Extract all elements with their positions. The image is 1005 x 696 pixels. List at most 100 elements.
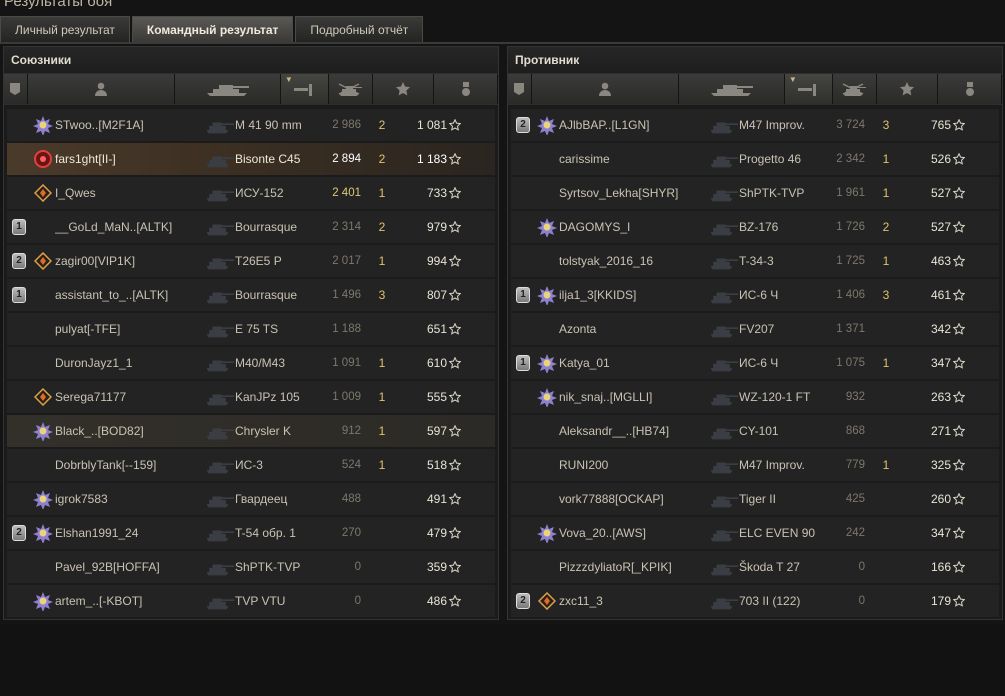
player-row[interactable]: nik_snaj..[MGLLI] WZ-120-1 FT 932 263 (511, 381, 999, 413)
player-row[interactable]: Pavel_92B[HOFFA] ShPTK-TVP 0 359 (7, 551, 495, 583)
player-name[interactable]: Elshan1991_24 (55, 517, 205, 549)
player-name[interactable]: DobrblyTank[--159] (55, 449, 205, 481)
player-row[interactable]: 1 __GoLd_MaN..[ALTK] Bourrasque 2 314 2 979 (7, 211, 495, 243)
player-name[interactable]: Vova_20..[AWS] (559, 517, 709, 549)
platoon-badge-cell (511, 483, 535, 515)
player-row[interactable]: 1 Katya_01 ИС-6 Ч 1 075 1 347 (511, 347, 999, 379)
player-row[interactable]: carissime Progetto 46 2 342 1 526 (511, 143, 999, 175)
player-row[interactable]: fars1ght[II-] Bisonte C45 2 894 2 1 183 (7, 143, 495, 175)
player-name[interactable]: tolstyak_2016_16 (559, 245, 709, 277)
player-row[interactable]: 2 zagir00[VIP1K] T26E5 P 2 017 1 994 (7, 245, 495, 277)
tab-detailed[interactable]: Подробный отчёт (295, 16, 424, 42)
xp-value: 347 (930, 356, 951, 370)
tank-icon (205, 381, 235, 413)
damage-column-icon[interactable]: ▼ (784, 74, 833, 104)
player-row[interactable]: Aleksandr__..[HB74] CY-101 868 271 (511, 415, 999, 447)
player-name[interactable]: artem_..[-KBOT] (55, 585, 205, 617)
empty-icon-cell (535, 415, 559, 447)
star-icon (951, 245, 967, 277)
vehicle-name: TVP VTU (235, 594, 286, 608)
player-name[interactable]: __GoLd_MaN..[ALTK] (55, 211, 205, 243)
player-name[interactable]: igrok7583 (55, 483, 205, 515)
player-column-icon[interactable] (531, 74, 680, 104)
player-row[interactable]: STwoo..[M2F1A] M 41 90 mm 2 986 2 1 081 (7, 109, 495, 141)
damage-column-icon[interactable]: ▼ (280, 74, 329, 104)
xp-column-icon[interactable] (372, 74, 435, 104)
player-row[interactable]: tolstyak_2016_16 T-34-3 1 725 1 463 (511, 245, 999, 277)
badge-column-icon[interactable] (508, 74, 532, 104)
player-row[interactable]: 2 zxc11_3 703 II (122) 0 179 (511, 585, 999, 617)
platoon-badge-cell (7, 347, 31, 379)
platoon-badge-cell (511, 449, 535, 481)
player-name[interactable]: vork77888[OCKAP] (559, 483, 709, 515)
player-name[interactable]: DuronJayz1_1 (55, 347, 205, 379)
player-row[interactable]: pulyat[-TFE] E 75 TS 1 188 651 (7, 313, 495, 345)
player-row[interactable]: Azonta FV207 1 371 342 (511, 313, 999, 345)
player-row[interactable]: DAGOMYS_I BZ-176 1 726 2 527 (511, 211, 999, 243)
player-row[interactable]: DuronJayz1_1 M40/M43 1 091 1 610 (7, 347, 495, 379)
player-name[interactable]: I_Qwes (55, 177, 205, 209)
player-row[interactable]: igrok7583 Гвардеец 488 491 (7, 483, 495, 515)
xp-column-icon[interactable] (876, 74, 939, 104)
player-row[interactable]: 2 AJlbBAP..[L1GN] M47 Improv. 3 724 3 765 (511, 109, 999, 141)
player-row[interactable]: 2 Elshan1991_24 T-54 обр. 1 270 479 (7, 517, 495, 549)
player-name[interactable]: ilja1_3[KKIDS] (559, 279, 709, 311)
star-icon (951, 449, 967, 481)
player-row[interactable]: DobrblyTank[--159] ИС-3 524 1 518 (7, 449, 495, 481)
star-icon (447, 245, 463, 277)
damage-value: 2 894 (332, 153, 361, 165)
player-name[interactable]: assistant_to_..[ALTK] (55, 279, 205, 311)
player-row[interactable]: Black_..[BOD82] Chrysler K 912 1 597 (7, 415, 495, 447)
vehicle-name: M47 Improv. (739, 118, 805, 132)
player-name[interactable]: Pavel_92B[HOFFA] (55, 551, 205, 583)
medal-icon (31, 585, 55, 617)
player-row[interactable]: Serega71177 KanJPz 105 1 009 1 555 (7, 381, 495, 413)
player-name[interactable]: STwoo..[M2F1A] (55, 109, 205, 141)
player-name[interactable]: RUNI200 (559, 449, 709, 481)
player-name[interactable]: zxc11_3 (559, 585, 709, 617)
player-row[interactable]: 1 ilja1_3[KKIDS] ИС-6 Ч 1 406 3 461 (511, 279, 999, 311)
allies-title: Союзники (4, 47, 498, 73)
player-name[interactable]: nik_snaj..[MGLLI] (559, 381, 709, 413)
player-name[interactable]: PizzzdyliatoR[_KPIK] (559, 551, 709, 583)
vehicle-column-icon[interactable] (679, 74, 785, 104)
tab-team[interactable]: Командный результат (131, 16, 294, 42)
player-name[interactable]: Serega71177 (55, 381, 205, 413)
player-row[interactable]: 1 assistant_to_..[ALTK] Bourrasque 1 496 3 80… (7, 279, 495, 311)
player-name[interactable]: carissime (559, 143, 709, 175)
player-name[interactable]: Aleksandr__..[HB74] (559, 415, 709, 447)
damage-value: 425 (845, 493, 865, 505)
badge-column-icon[interactable] (4, 74, 28, 104)
player-name[interactable]: AJlbBAP..[L1GN] (559, 109, 709, 141)
player-row[interactable]: RUNI200 M47 Improv. 779 1 325 (511, 449, 999, 481)
player-row[interactable]: vork77888[OCKAP] Tiger II 425 260 (511, 483, 999, 515)
player-name[interactable]: Azonta (559, 313, 709, 345)
vehicle-column-icon[interactable] (175, 74, 281, 104)
player-name[interactable]: Black_..[BOD82] (55, 415, 205, 447)
kills-value: 1 (882, 186, 890, 200)
player-row[interactable]: Syrtsov_Lekha[SHYR] ShPTK-TVP 1 961 1 527 (511, 177, 999, 209)
tab-personal[interactable]: Личный результат (0, 16, 130, 42)
vehicle-name: BZ-176 (739, 220, 779, 234)
xp-value: 1 081 (416, 118, 447, 132)
medal-column-icon[interactable] (434, 74, 499, 104)
player-name[interactable]: DAGOMYS_I (559, 211, 709, 243)
player-name[interactable]: fars1ght[II-] (55, 143, 205, 175)
medal-column-icon[interactable] (938, 74, 1003, 104)
player-row[interactable]: artem_..[-KBOT] TVP VTU 0 486 (7, 585, 495, 617)
kills-value: 2 (378, 152, 386, 166)
player-row[interactable]: PizzzdyliatoR[_KPIK] Škoda T 27 0 166 (511, 551, 999, 583)
player-name[interactable]: Katya_01 (559, 347, 709, 379)
player-row[interactable]: Vova_20..[AWS] ELC EVEN 90 242 347 (511, 517, 999, 549)
star-icon (447, 585, 463, 617)
player-name[interactable]: pulyat[-TFE] (55, 313, 205, 345)
damage-value: 2 342 (836, 153, 865, 165)
player-name[interactable]: Syrtsov_Lekha[SHYR] (559, 177, 709, 209)
player-column-icon[interactable] (27, 74, 176, 104)
kills-column-icon[interactable] (832, 74, 877, 104)
xp-value: 733 (426, 186, 447, 200)
kills-column-icon[interactable] (328, 74, 373, 104)
player-name[interactable]: zagir00[VIP1K] (55, 245, 205, 277)
vehicle-name: Škoda T 27 (739, 560, 800, 574)
player-row[interactable]: I_Qwes ИСУ-152 2 401 1 733 (7, 177, 495, 209)
